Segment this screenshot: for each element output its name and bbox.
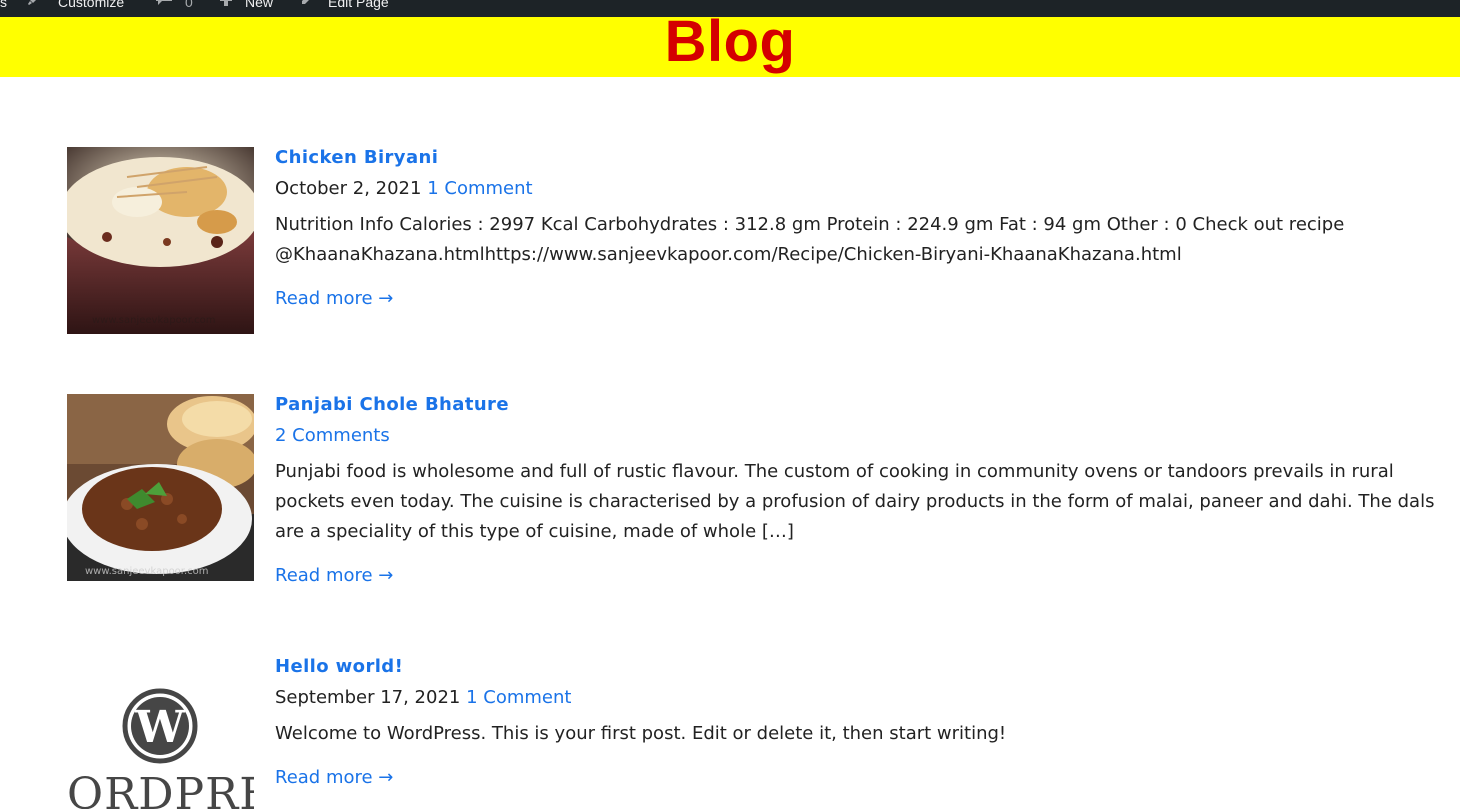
post-thumbnail[interactable]: www.sanjeevkapoor.com (67, 394, 254, 581)
edit-page-link[interactable]: Edit Page (328, 0, 389, 14)
brush-icon (27, 0, 41, 6)
post-date: September 17, 2021 (275, 687, 461, 708)
comment-bubble-icon (155, 0, 172, 6)
post-body: Hello world! September 17, 2021 1 Commen… (275, 656, 1455, 790)
thumbnail-watermark: www.sanjeevkapoor.com (85, 566, 209, 577)
read-more-link[interactable]: Read more → (275, 287, 393, 311)
chole-bhature-photo: www.sanjeevkapoor.com (67, 394, 254, 581)
comments-link[interactable]: 2 Comments (275, 425, 390, 446)
comments-link[interactable]: 1 Comment (427, 178, 532, 199)
chicken-biryani-photo: www.sanjeevkapoor.com (67, 147, 254, 334)
plus-icon (220, 0, 234, 6)
read-more-link[interactable]: Read more → (275, 766, 393, 790)
post-meta: October 2, 2021 1 Comment (275, 177, 1455, 201)
comments-link[interactable]: 1 Comment (466, 687, 571, 708)
blog-header: Blog (0, 9, 1460, 77)
wordpress-logo-text: ORDPRE (67, 769, 254, 809)
post-thumbnail[interactable]: www.sanjeevkapoor.com (67, 147, 254, 334)
post-body: Chicken Biryani October 2, 2021 1 Commen… (275, 147, 1455, 311)
new-content-link[interactable]: New (245, 0, 273, 14)
thumbnail-watermark: www.sanjeevkapoor.com (92, 315, 216, 326)
post-excerpt: Nutrition Info Calories : 2997 Kcal Carb… (275, 214, 1345, 265)
post-title-link[interactable]: Hello world! (275, 656, 1455, 678)
read-more-link[interactable]: Read more → (275, 564, 393, 588)
post-title-link[interactable]: Panjabi Chole Bhature (275, 394, 1455, 416)
post-title-link[interactable]: Chicken Biryani (275, 147, 1455, 169)
post-meta: 2 Comments (275, 424, 1455, 448)
post-body: Panjabi Chole Bhature 2 Comments Punjabi… (275, 394, 1455, 588)
customize-link[interactable]: Customize (58, 0, 124, 14)
pencil-icon (300, 0, 314, 6)
post-thumbnail[interactable]: W ORDPRE (67, 670, 254, 809)
post-date: October 2, 2021 (275, 178, 422, 199)
post-meta: September 17, 2021 1 Comment (275, 686, 1455, 710)
post-excerpt: Punjabi food is wholesome and full of ru… (275, 461, 1435, 542)
comments-count[interactable]: 0 (185, 0, 193, 14)
post-excerpt: Welcome to WordPress. This is your first… (275, 723, 1007, 744)
wordpress-logo: W ORDPRE (67, 670, 254, 809)
admin-bar-item-truncated[interactable]: s (0, 0, 7, 14)
svg-text:W: W (134, 702, 185, 753)
page-title: Blog (664, 9, 796, 74)
